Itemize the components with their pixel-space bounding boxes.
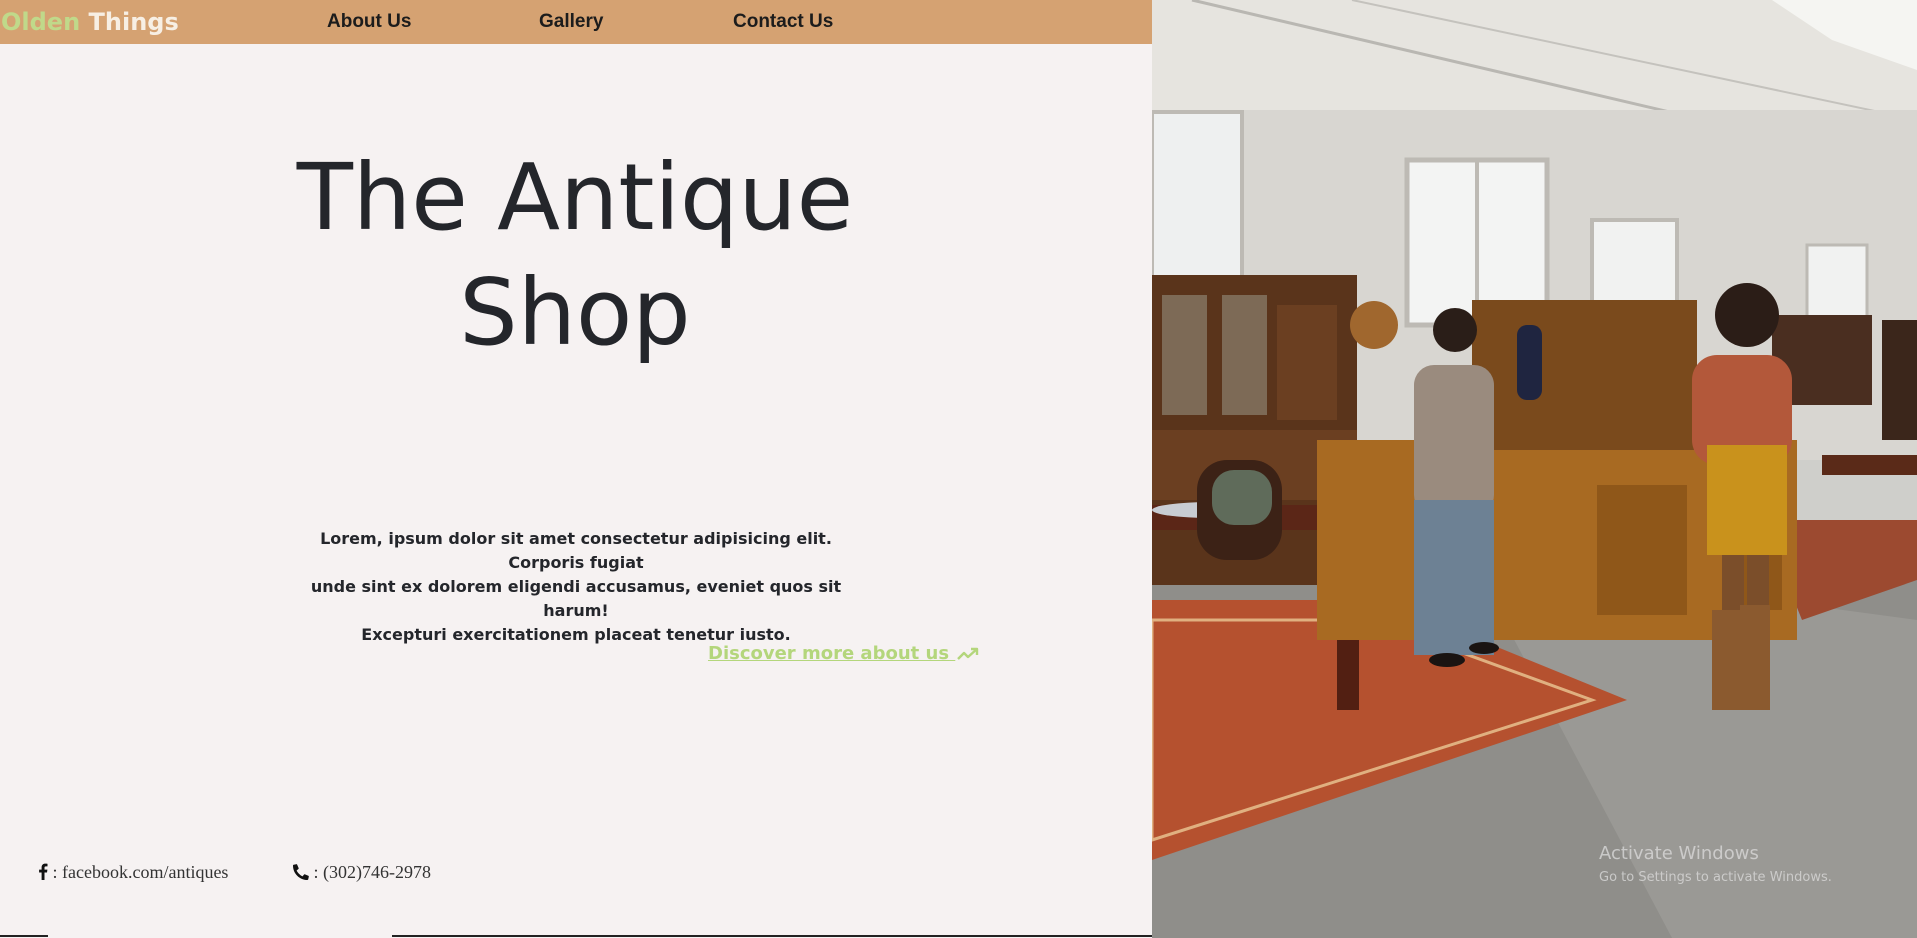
bottom-border-right (392, 935, 1152, 937)
hero-title-line2: Shop (459, 259, 691, 366)
nav-gallery[interactable]: Gallery (539, 11, 603, 33)
hero-description: Lorem, ipsum dolor sit amet consectetur … (290, 527, 862, 647)
hero-text-line1: Lorem, ipsum dolor sit amet consectetur … (320, 529, 832, 572)
watermark-title: Activate Windows (1599, 843, 1759, 864)
discover-more-label: Discover more about us (708, 643, 950, 664)
facebook-contact[interactable]: : facebook.com/antiques (38, 862, 228, 883)
brand-name-part2: Things (88, 8, 179, 36)
hero-photo (1152, 0, 1917, 938)
navbar: Olden Things About Us Gallery Contact Us (0, 0, 1152, 44)
activate-windows-watermark: Activate Windows Go to Settings to activ… (1599, 843, 1832, 885)
facebook-icon (39, 863, 48, 880)
trending-up-arrow-icon (957, 647, 979, 660)
watermark-subtitle: Go to Settings to activate Windows. (1599, 870, 1832, 885)
hero-text-line2: unde sint ex dolorem eligendi accusamus,… (310, 577, 842, 620)
hero-title: The Antique Shop (230, 140, 920, 370)
phone-contact[interactable]: : (302)746-2978 (293, 862, 431, 883)
brand-logo[interactable]: Olden Things (1, 8, 179, 36)
brand-name-part1: Olden (1, 8, 81, 36)
phone-icon (293, 864, 309, 880)
nav-contact-us[interactable]: Contact Us (733, 11, 833, 33)
hero-title-line1: The Antique (296, 144, 854, 251)
bottom-border-left (0, 935, 48, 937)
nav-about-us[interactable]: About Us (327, 11, 411, 33)
left-panel: Olden Things About Us Gallery Contact Us… (0, 0, 1152, 938)
phone-text: : (302)746-2978 (313, 862, 431, 882)
facebook-text: : facebook.com/antiques (52, 862, 229, 882)
discover-more-link[interactable]: Discover more about us (708, 643, 979, 664)
